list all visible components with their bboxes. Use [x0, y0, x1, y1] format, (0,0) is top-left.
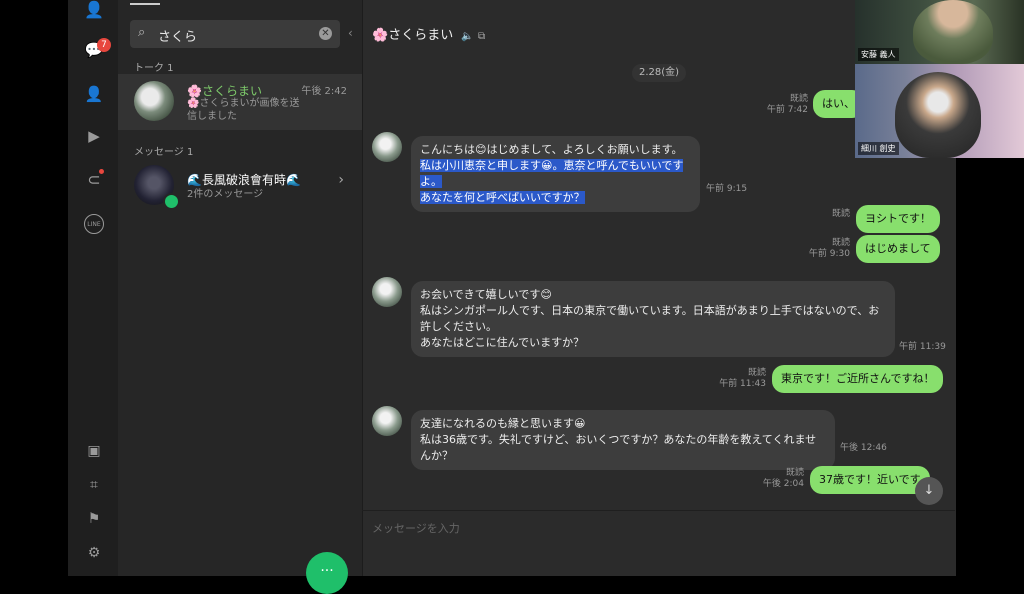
- collapse-panel-icon[interactable]: ‹: [348, 26, 353, 40]
- message-time: 午前 7:42: [766, 105, 808, 115]
- message-line: あなたはどこに住んでいますか？: [420, 336, 585, 349]
- message-bubble-in[interactable]: こんにちは😊はじめまして、よろしくお願いします。 私は小川恵奈と申します😀。恵奈…: [411, 136, 700, 212]
- participant-name: 安藤 義人: [858, 48, 899, 61]
- notification-dot: [99, 169, 104, 174]
- tab-indicator: [130, 3, 160, 5]
- message-line: お会いできて嬉しいです😊: [420, 288, 552, 301]
- scroll-down-button[interactable]: ↓: [915, 477, 943, 505]
- voom-icon[interactable]: ▶: [84, 127, 104, 147]
- bookmark-icon[interactable]: ⚑: [84, 511, 104, 531]
- search-input[interactable]: さくら: [158, 26, 197, 45]
- search-icon: ⌕: [138, 25, 146, 40]
- message-bubble-out[interactable]: ヨシトです！: [856, 205, 940, 233]
- message-line-selected: あなたを何と呼べばいいですか？: [420, 191, 585, 204]
- input-divider: [362, 510, 955, 511]
- mute-icon[interactable]: 🔈: [461, 31, 473, 42]
- flower-icon: 🌸: [187, 84, 202, 98]
- sender-avatar[interactable]: [372, 132, 402, 162]
- message-meta: 既読 午前 11:43: [712, 368, 766, 390]
- sender-avatar[interactable]: [372, 406, 402, 436]
- clear-search-icon[interactable]: ✕: [319, 27, 332, 40]
- list-item-name: 🌊長風破浪會有時🌊: [187, 171, 301, 188]
- settings-icon[interactable]: ⚙: [84, 545, 104, 565]
- read-status: 既読: [747, 368, 766, 378]
- read-status: 既読: [789, 94, 808, 104]
- message-meta: 既読 午前 7:42: [760, 94, 808, 116]
- profile-icon[interactable]: 👤: [84, 0, 104, 20]
- participant-video: [895, 72, 981, 158]
- list-item-time: 午後 2:42: [301, 86, 347, 97]
- read-status: 既読: [831, 209, 850, 219]
- line-icon[interactable]: LINE: [84, 214, 104, 234]
- video-call-icon[interactable]: ▣: [84, 443, 104, 463]
- message-line: 私はシンガポール人です、日本の東京で働いています。日本語があまり上手ではないので…: [420, 304, 880, 333]
- message-line: こんにちは😊はじめまして、よろしくお願いします。: [420, 143, 683, 156]
- chat-title-text: さくらまい: [388, 28, 454, 43]
- wave-icon: 🌊: [285, 173, 301, 187]
- album-icon[interactable]: ⧉: [478, 31, 485, 42]
- add-friend-icon[interactable]: 👤: [84, 85, 104, 105]
- list-item-sakuramai[interactable]: 🌸さくらまい 午後 2:42 🌸さくらまいが画像を送信しました: [118, 74, 362, 130]
- video-feed-2: 細川 創史: [855, 64, 1024, 158]
- flower-icon: 🌸: [187, 98, 200, 109]
- message-time: 午後 2:04: [762, 479, 804, 489]
- message-time: 午前 9:15: [706, 184, 748, 194]
- search-box[interactable]: ⌕ さくら ✕: [130, 20, 340, 48]
- list-item-preview: 2件のメッセージ: [187, 189, 264, 200]
- message-time: 午後 12:46: [840, 443, 887, 453]
- message-line: 友達になれるのも縁と思います😀: [420, 417, 586, 430]
- chevron-right-icon[interactable]: ›: [338, 172, 344, 188]
- wave-icon: 🌊: [187, 173, 202, 187]
- new-chat-button[interactable]: ···: [306, 552, 348, 594]
- avatar: [134, 81, 174, 121]
- message-meta: 既読 午後 2:04: [754, 468, 804, 490]
- sender-avatar[interactable]: [372, 277, 402, 307]
- flower-icon: 🌸: [372, 28, 389, 43]
- message-time: 午前 11:39: [899, 342, 946, 352]
- section-talk: トーク 1: [134, 63, 174, 74]
- message-line: 私は36歳です。失礼ですけど、おいくつですか？あなたの年齢を教えてくれませんか？: [420, 433, 817, 462]
- unread-badge: 7: [97, 38, 111, 52]
- section-message: メッセージ 1: [134, 147, 194, 158]
- message-bubble-in[interactable]: お会いできて嬉しいです😊 私はシンガポール人です、日本の東京で働いています。日本…: [411, 281, 895, 357]
- video-feed-1: 安藤 義人: [855, 0, 1024, 64]
- date-separator: 2.28(金): [632, 64, 687, 82]
- message-bubble-in[interactable]: 友達になれるのも縁と思います😀 私は36歳です。失礼ですけど、おいくつですか？あ…: [411, 410, 835, 470]
- contact-name: さくらまい: [201, 84, 262, 98]
- list-item-preview: 🌸さくらまいが画像を送信しました: [187, 97, 307, 123]
- message-meta: 既読 午前 9:30: [800, 238, 850, 260]
- message-line-selected: 私は小川恵奈と申します😀。恵奈と呼んでもいいですよ。: [420, 159, 684, 188]
- message-input[interactable]: メッセージを入力: [372, 520, 460, 536]
- participant-video: [913, 0, 993, 64]
- message-bubble-out[interactable]: 37歳です！近いです: [810, 466, 930, 494]
- preview-text: さくらまいが画像を送信しました: [187, 98, 300, 122]
- crop-icon[interactable]: ⌗: [84, 477, 104, 497]
- openchat-badge: [163, 193, 180, 210]
- participant-name: 細川 創史: [858, 142, 899, 155]
- read-status: 既読: [785, 468, 804, 478]
- message-bubble-out[interactable]: 東京です！ご近所さんですね！: [772, 365, 944, 393]
- message-time: 午前 9:30: [808, 249, 850, 259]
- list-item-group[interactable]: 🌊長風破浪會有時🌊 2件のメッセージ ›: [118, 158, 362, 214]
- read-status: 既読: [831, 238, 850, 248]
- message-bubble-out[interactable]: はじめまして: [856, 235, 940, 263]
- chat-title: 🌸さくらまい 🔈 ⧉: [372, 24, 485, 43]
- message-time: 午前 11:43: [719, 379, 766, 389]
- group-name: 長風破浪會有時: [201, 173, 286, 187]
